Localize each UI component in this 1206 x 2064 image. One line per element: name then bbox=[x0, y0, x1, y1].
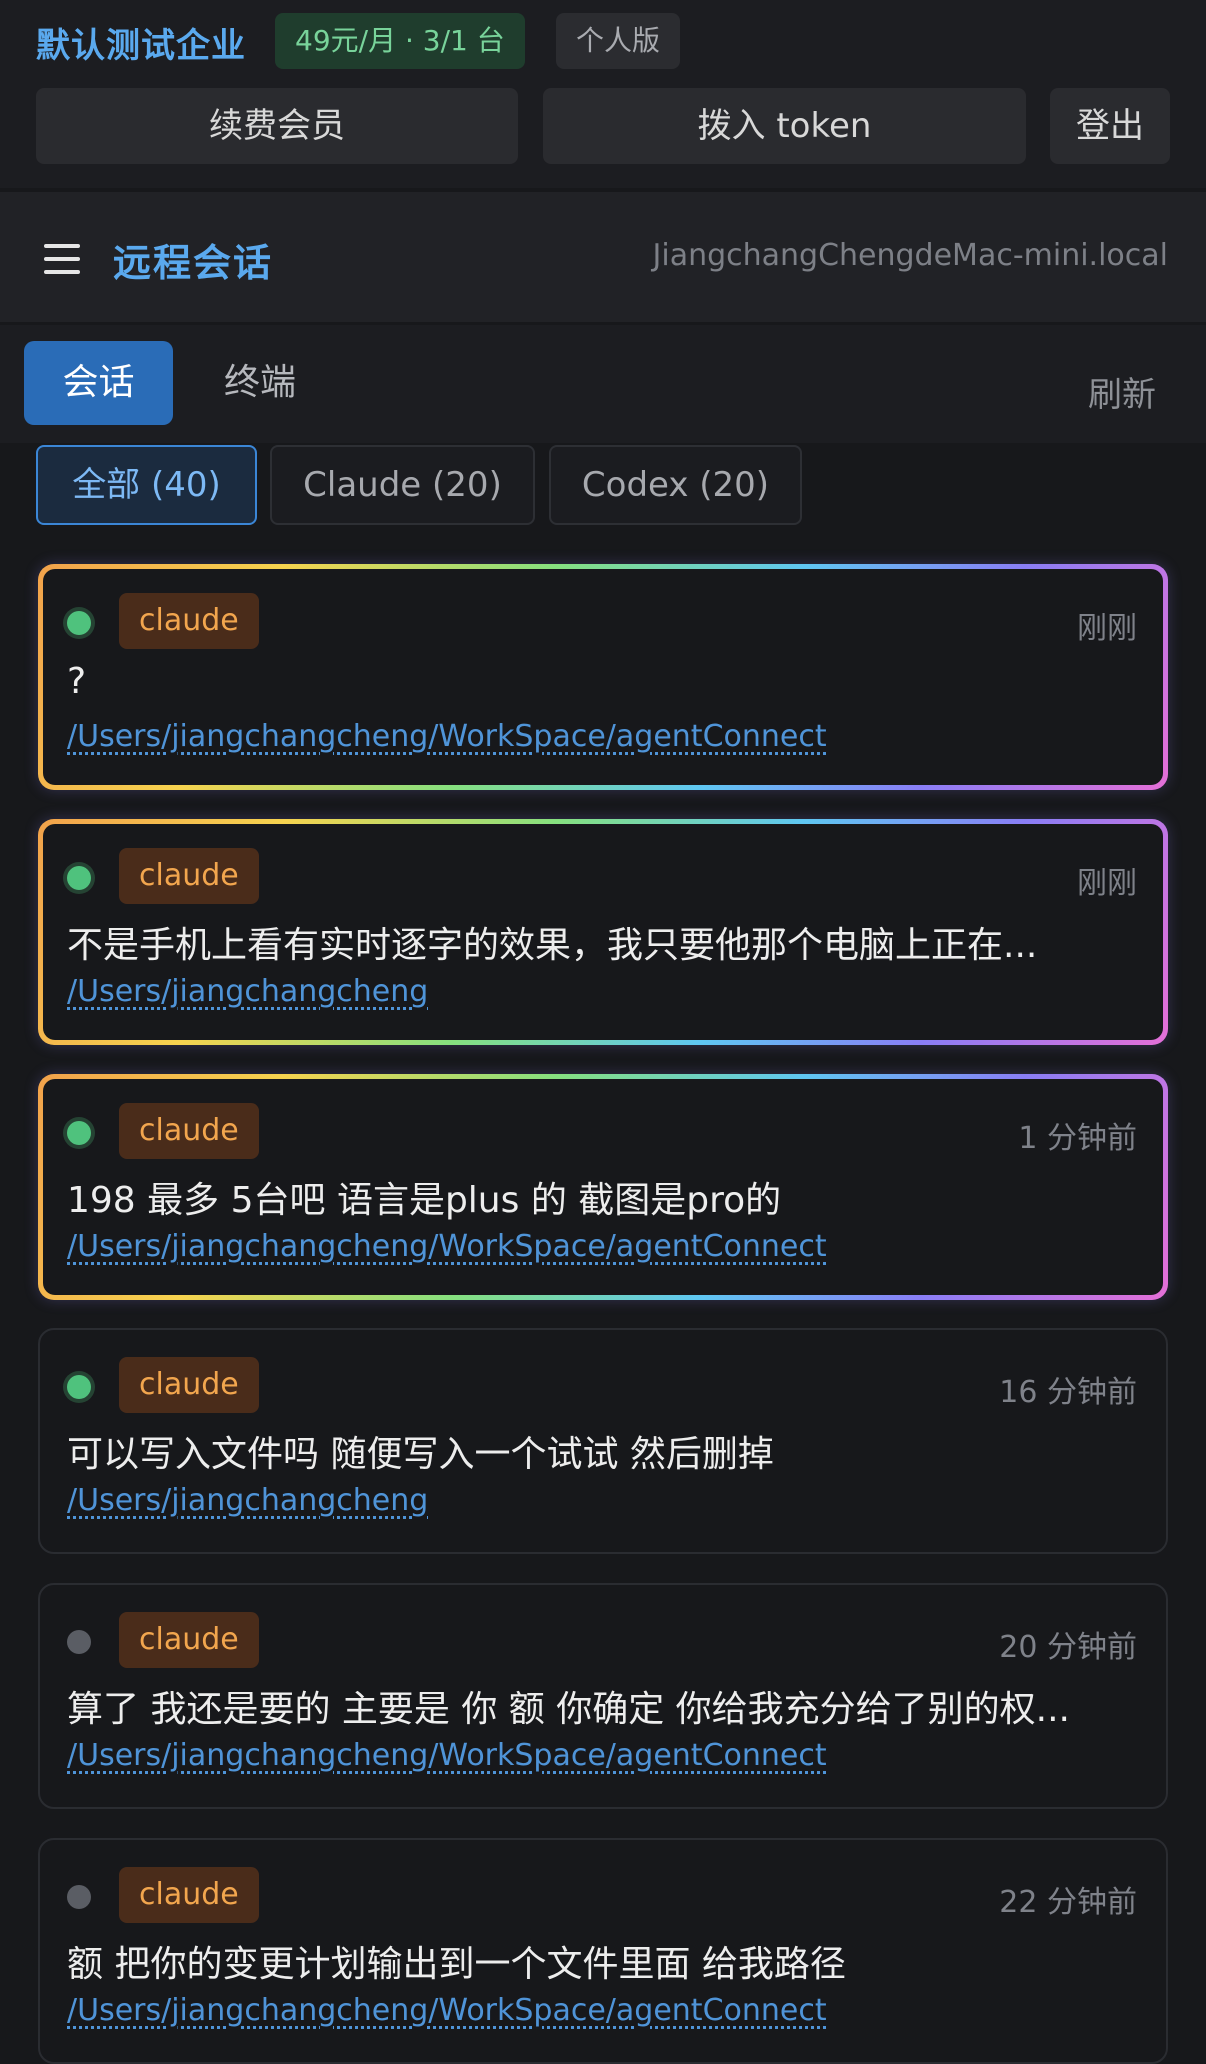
session-card[interactable]: claude 20 分钟前 算了 我还是要的 主要是 你 额 你确定 你给我充分… bbox=[38, 1583, 1168, 1809]
filter-all[interactable]: 全部 (40) bbox=[36, 445, 257, 525]
session-path[interactable]: /Users/jiangchangcheng/WorkSpace/agentCo… bbox=[67, 1738, 827, 1773]
session-message: ? bbox=[67, 661, 87, 702]
session-message: 算了 我还是要的 主要是 你 额 你确定 你给我充分给了别的权... bbox=[67, 1689, 1070, 1730]
page-title: 远程会话 bbox=[113, 241, 274, 285]
session-time: 16 分钟前 bbox=[999, 1375, 1137, 1410]
session-header: 远程会话 JiangchangChengdeMac-mini.local bbox=[0, 192, 1206, 322]
agent-badge: claude bbox=[119, 593, 259, 649]
session-card[interactable]: claude 刚刚 ? /Users/jiangchangcheng/WorkS… bbox=[38, 564, 1168, 790]
status-dot-idle bbox=[67, 1885, 91, 1909]
menu-icon[interactable] bbox=[44, 244, 80, 274]
host-name: JiangchangChengdeMac-mini.local bbox=[652, 238, 1168, 273]
status-dot-online bbox=[67, 866, 91, 890]
company-name: 默认测试企业 bbox=[36, 26, 246, 66]
status-dot-online bbox=[67, 611, 91, 635]
status-dot-online bbox=[67, 1121, 91, 1145]
refresh-button[interactable]: 刷新 bbox=[1088, 367, 1156, 416]
agent-badge: claude bbox=[119, 848, 259, 904]
session-time: 刚刚 bbox=[1077, 611, 1137, 646]
agent-badge: claude bbox=[119, 1103, 259, 1159]
agent-badge: claude bbox=[119, 1357, 259, 1413]
status-dot-online bbox=[67, 1375, 91, 1399]
session-path[interactable]: /Users/jiangchangcheng/WorkSpace/agentCo… bbox=[67, 1993, 827, 2028]
tab-terminal[interactable]: 终端 bbox=[190, 341, 330, 425]
renew-button[interactable]: 续费会员 bbox=[36, 88, 518, 164]
session-time: 刚刚 bbox=[1077, 866, 1137, 901]
session-card[interactable]: claude 22 分钟前 额 把你的变更计划输出到一个文件里面 给我路径 /U… bbox=[38, 1838, 1168, 2064]
session-path[interactable]: /Users/jiangchangcheng/WorkSpace/agentCo… bbox=[67, 1229, 827, 1264]
dial-in-token-button[interactable]: 拨入 token bbox=[543, 88, 1026, 164]
session-message: 不是手机上看有实时逐字的效果，我只要他那个电脑上正在... bbox=[67, 925, 1038, 966]
tab-sessions[interactable]: 会话 bbox=[24, 341, 173, 425]
session-path[interactable]: /Users/jiangchangcheng/WorkSpace/agentCo… bbox=[67, 719, 827, 754]
session-time: 22 分钟前 bbox=[999, 1885, 1137, 1920]
logout-button[interactable]: 登出 bbox=[1050, 88, 1170, 164]
session-path[interactable]: /Users/jiangchangcheng bbox=[67, 1483, 428, 1518]
session-message: 额 把你的变更计划输出到一个文件里面 给我路径 bbox=[67, 1944, 846, 1985]
session-path[interactable]: /Users/jiangchangcheng bbox=[67, 974, 428, 1009]
plan-badge: 49元/月 · 3/1 台 bbox=[275, 13, 525, 69]
session-card[interactable]: claude 1 分钟前 198 最多 5台吧 语言是plus 的 截图是pro… bbox=[38, 1074, 1168, 1300]
status-dot-idle bbox=[67, 1630, 91, 1654]
filter-claude[interactable]: Claude (20) bbox=[270, 445, 535, 525]
session-message: 198 最多 5台吧 语言是plus 的 截图是pro的 bbox=[67, 1180, 782, 1221]
agent-badge: claude bbox=[119, 1612, 259, 1668]
session-time: 20 分钟前 bbox=[999, 1630, 1137, 1665]
agent-badge: claude bbox=[119, 1867, 259, 1923]
account-bar: 默认测试企业 49元/月 · 3/1 台 个人版 续费会员 拨入 token 登… bbox=[0, 0, 1206, 188]
session-card[interactable]: claude 16 分钟前 可以写入文件吗 随便写入一个试试 然后删掉 /Use… bbox=[38, 1328, 1168, 1554]
session-time: 1 分钟前 bbox=[1018, 1121, 1137, 1156]
session-card[interactable]: claude 刚刚 不是手机上看有实时逐字的效果，我只要他那个电脑上正在... … bbox=[38, 819, 1168, 1045]
edition-badge: 个人版 bbox=[556, 13, 681, 69]
tab-bar: 会话 终端 刷新 bbox=[0, 325, 1206, 443]
filter-codex[interactable]: Codex (20) bbox=[549, 445, 802, 525]
session-message: 可以写入文件吗 随便写入一个试试 然后删掉 bbox=[67, 1434, 774, 1475]
